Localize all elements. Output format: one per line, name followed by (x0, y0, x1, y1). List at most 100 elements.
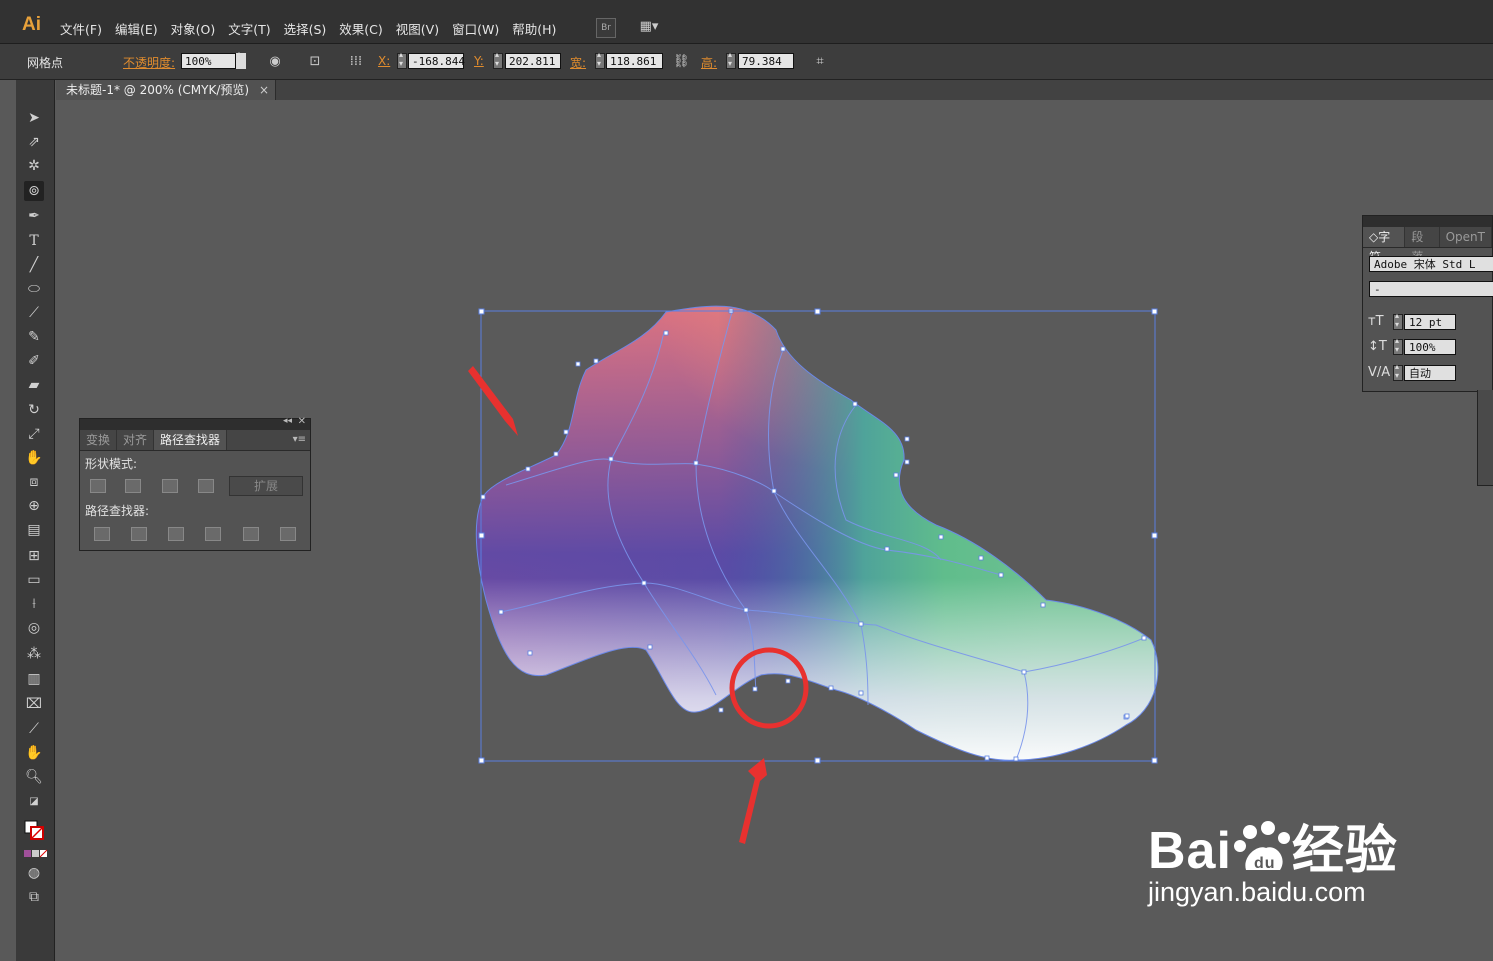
magic-wand-tool-icon[interactable]: ✲ (24, 156, 44, 176)
opacity-dropdown[interactable] (236, 49, 246, 69)
height-stepper[interactable] (726, 50, 736, 69)
color-mode-icon[interactable] (24, 845, 48, 865)
width-field[interactable]: 118.861 (606, 53, 663, 69)
x-field[interactable]: -168.844 (408, 53, 465, 69)
warp-tool-icon[interactable]: ✋ (24, 448, 44, 468)
column-graph-tool-icon[interactable]: ▥ (24, 669, 44, 689)
eraser-tool-icon[interactable]: ▰ (24, 375, 44, 395)
blend-tool-icon[interactable]: ◎ (24, 618, 44, 638)
unite-icon[interactable] (90, 479, 106, 493)
recolor-icon[interactable]: ◉ (267, 54, 283, 70)
shape-modes-label: 形状模式: (85, 457, 138, 471)
artboard-tool-icon[interactable]: ⌧ (24, 694, 44, 714)
menu-help[interactable]: 帮助(H) (512, 19, 556, 38)
tab-transform[interactable]: 变换 (80, 430, 118, 450)
menu-select[interactable]: 选择(S) (284, 19, 327, 38)
gradient-tool-icon[interactable]: ▭ (24, 570, 44, 590)
minus-front-icon[interactable] (125, 479, 141, 493)
opacity-label[interactable]: 不透明度: (123, 54, 175, 71)
kerning-field[interactable]: 自动 (1404, 365, 1456, 381)
reference-point-icon[interactable]: ⁞⁞⁞ (348, 54, 364, 70)
divide-icon[interactable] (94, 527, 110, 541)
font-style-field[interactable]: - (1369, 281, 1493, 297)
pathfinder-panel-header[interactable]: ◂◂ ✕ (80, 416, 310, 430)
annotation-arrow-top (468, 366, 518, 436)
ellipse-tool-icon[interactable]: ⬭ (24, 279, 44, 299)
opacity-field[interactable]: 100% (181, 53, 236, 69)
document-tab[interactable]: 未标题-1* @ 200% (CMYK/预览) × (56, 80, 276, 100)
watermark-bai: Bai (1148, 822, 1232, 880)
trim-icon[interactable] (131, 527, 147, 541)
collapse-icon[interactable]: ◂◂ (283, 416, 292, 426)
close-panel-icon[interactable]: ✕ (298, 416, 306, 427)
font-size-stepper[interactable] (1393, 311, 1403, 330)
symbol-sprayer-tool-icon[interactable]: ⁂ (24, 644, 44, 664)
menu-edit[interactable]: 编辑(E) (115, 19, 158, 38)
crop-icon[interactable] (205, 527, 221, 541)
screen-mode-icon[interactable]: ⧉ (24, 887, 44, 907)
draw-mode-icon[interactable]: ◍ (24, 863, 44, 883)
paintbrush-tool-icon[interactable]: ⟋ (24, 303, 44, 323)
constrain-proportions-icon[interactable]: ⛓ (673, 54, 690, 70)
character-panel-header[interactable] (1363, 216, 1492, 227)
rotate-tool-icon[interactable]: ↻ (24, 400, 44, 420)
close-tab-icon[interactable]: × (259, 80, 269, 100)
main-menu: 文件(F) 编辑(E) 对象(O) 文字(T) 选择(S) 效果(C) 视图(V… (60, 19, 569, 38)
menu-view[interactable]: 视图(V) (396, 19, 439, 38)
line-tool-icon[interactable]: ╱ (24, 255, 44, 275)
minus-back-icon[interactable] (280, 527, 296, 541)
pencil-tool-icon[interactable]: ✎ (24, 327, 44, 347)
shape-builder-tool-icon[interactable]: ⊕ (24, 496, 44, 516)
hand-tool-icon[interactable]: ✋ (24, 743, 44, 763)
pen-tool-icon[interactable]: ✒ (24, 206, 44, 226)
merge-icon[interactable] (168, 527, 184, 541)
transform-icon[interactable]: ⌗ (812, 54, 828, 70)
mesh-options-icon[interactable]: ⊡ (307, 54, 323, 70)
scale-stepper[interactable] (1393, 336, 1403, 355)
eyedropper-tool-icon[interactable]: ⟊ (24, 594, 44, 614)
selection-tool-icon[interactable]: ➤ (24, 108, 44, 128)
font-family-field[interactable]: Adobe 宋体 Std L (1369, 256, 1493, 272)
control-bar: 网格点 不透明度: 100% ◉ ⊡ ⁞⁞⁞ X: -168.844 Y: 20… (0, 44, 1493, 80)
menu-window[interactable]: 窗口(W) (452, 19, 499, 38)
perspective-grid-tool-icon[interactable]: ▤ (24, 520, 44, 540)
scale-field[interactable]: 100% (1404, 339, 1456, 355)
direct-selection-tool-icon[interactable]: ⇗ (24, 132, 44, 152)
menu-file[interactable]: 文件(F) (60, 19, 102, 38)
scale-tool-icon[interactable]: ⤢ (24, 424, 44, 444)
slice-tool-icon[interactable]: ⟋ (24, 719, 44, 739)
y-field[interactable]: 202.811 (505, 53, 561, 69)
blob-brush-tool-icon[interactable]: ✐ (24, 351, 44, 371)
y-stepper[interactable] (493, 50, 503, 69)
height-label: 高: (701, 56, 718, 70)
tab-paragraph[interactable]: 段落 (1405, 227, 1440, 264)
width-label: 宽: (570, 56, 587, 70)
tab-align[interactable]: 对齐 (117, 430, 155, 450)
free-transform-tool-icon[interactable]: ⧈ (24, 472, 44, 492)
zoom-tool-icon[interactable]: 🔍︎ (24, 767, 44, 787)
tab-character[interactable]: ◇字符 (1363, 227, 1406, 264)
tab-pathfinder[interactable]: 路径查找器 (154, 430, 228, 450)
mesh-tool-icon[interactable]: ⊞ (24, 546, 44, 566)
font-size-field[interactable]: 12 pt (1404, 314, 1456, 330)
intersect-icon[interactable] (162, 479, 178, 493)
tab-opentype[interactable]: OpenT (1440, 227, 1492, 247)
outline-icon[interactable] (243, 527, 259, 541)
lasso-tool-icon[interactable]: ⊚ (24, 181, 44, 201)
kerning-stepper[interactable] (1393, 362, 1403, 381)
type-tool-icon[interactable]: T (24, 231, 44, 251)
width-stepper[interactable] (595, 50, 605, 69)
exclude-icon[interactable] (198, 479, 214, 493)
panel-menu-icon[interactable]: ▾≡ (227, 430, 310, 450)
expand-button[interactable]: 扩展 (229, 476, 303, 496)
font-size-icon: ᴛT (1368, 314, 1384, 329)
menu-object[interactable]: 对象(O) (171, 19, 216, 38)
fill-stroke-icon[interactable] (24, 820, 44, 840)
menu-effect[interactable]: 效果(C) (339, 19, 382, 38)
menu-type[interactable]: 文字(T) (228, 19, 270, 38)
bridge-button[interactable]: Br (596, 18, 616, 38)
height-field[interactable]: 79.384 (738, 53, 794, 69)
default-colors-icon[interactable]: ◪ (24, 792, 44, 812)
x-stepper[interactable] (397, 50, 407, 69)
arrange-documents-button[interactable]: ▦▾ (634, 18, 664, 36)
